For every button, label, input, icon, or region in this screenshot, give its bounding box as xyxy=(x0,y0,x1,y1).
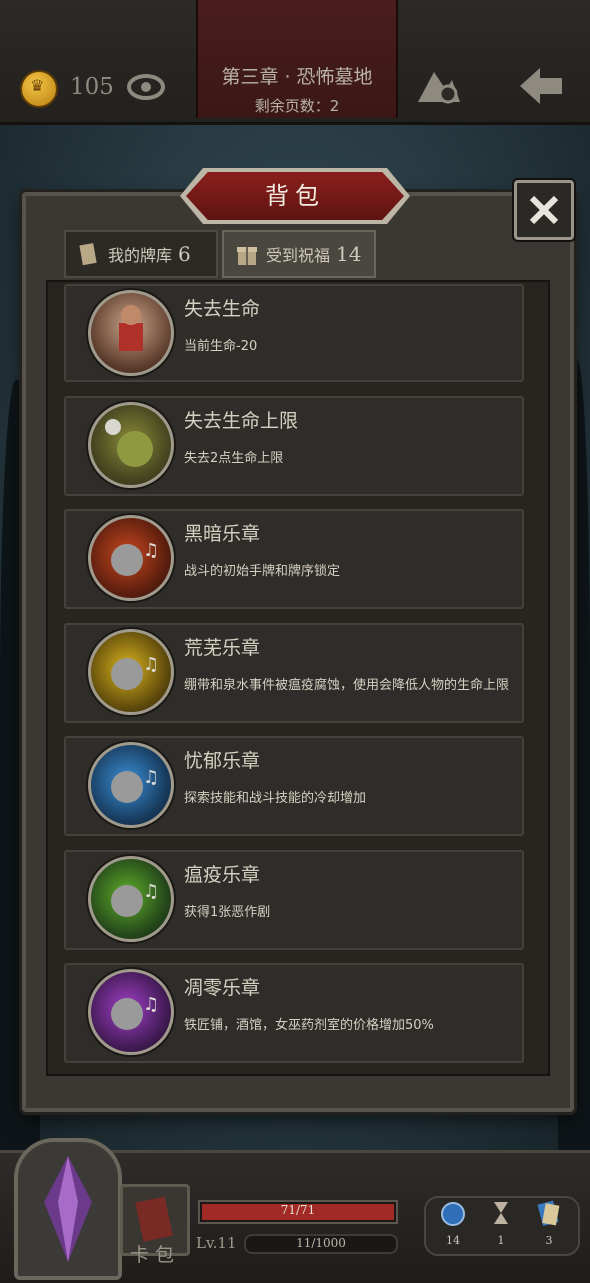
svg-text:♫: ♫ xyxy=(143,881,159,902)
scroll-icon xyxy=(537,1200,560,1226)
hp-text: 71/71 xyxy=(280,1203,316,1217)
tab-count: 14 xyxy=(336,242,362,266)
blessing-list[interactable]: 失去生命 当前生命-20 失去生命上限 失去2点生命上限 ♫ 黑暗乐章 战斗的初… xyxy=(64,284,524,1077)
hero-portrait[interactable] xyxy=(14,1138,122,1280)
panel-title: 背包 xyxy=(265,182,325,210)
item-name: 凋零乐章 xyxy=(184,977,261,999)
tab-blessings[interactable]: 受到祝福 14 xyxy=(222,230,376,278)
card-icon xyxy=(79,243,97,266)
gift-icon xyxy=(237,247,257,265)
svg-text:♫: ♫ xyxy=(143,767,159,788)
list-item[interactable]: ♫ 凋零乐章 铁匠铺，酒馆，女巫药剂室的价格增加50% xyxy=(64,963,524,1063)
ghost-zombie-icon xyxy=(88,401,174,488)
list-item[interactable]: ♫ 黑暗乐章 战斗的初始手牌和牌序锁定 xyxy=(64,509,524,609)
list-item[interactable]: ♫ 忧郁乐章 探索技能和战斗技能的冷却增加 xyxy=(64,736,524,836)
eye-icon[interactable] xyxy=(126,70,166,104)
list-item[interactable]: 失去生命 当前生命-20 xyxy=(64,284,524,382)
svg-text:♫: ♫ xyxy=(143,654,159,675)
item-name: 忧郁乐章 xyxy=(184,750,261,772)
inventory-potion[interactable]: 14 xyxy=(433,1198,473,1247)
withering-music-skull-icon: ♫ xyxy=(88,969,174,1055)
item-desc: 获得1张恶作剧 xyxy=(184,904,271,920)
item-name: 黑暗乐章 xyxy=(184,523,261,545)
inventory-hourglass[interactable]: 1 xyxy=(481,1198,521,1247)
gold-count: 105 xyxy=(70,74,114,100)
inventory-count: 1 xyxy=(497,1234,505,1247)
item-desc: 绷带和泉水事件被瘟疫腐蚀，使用会降低人物的生命上限 xyxy=(184,677,510,693)
chapter-title: 第三章 · 恐怖墓地 xyxy=(221,66,373,88)
hp-bar: 71/71 xyxy=(198,1200,398,1224)
hourglass-icon xyxy=(494,1202,508,1224)
item-desc: 当前生命-20 xyxy=(184,339,258,354)
item-desc: 战斗的初始手牌和牌序锁定 xyxy=(184,564,341,579)
item-name: 瘟疫乐章 xyxy=(184,863,261,886)
list-item[interactable]: ♫ 荒芜乐章 绷带和泉水事件被瘟疫腐蚀，使用会降低人物的生命上限 xyxy=(64,622,524,723)
chapter-banner: 第三章 · 恐怖墓地 剩余页数：2 xyxy=(196,0,398,118)
xp-text: 11/1000 xyxy=(296,1236,346,1250)
top-bar: 105 第三章 · 恐怖墓地 剩余页数：2 xyxy=(0,0,590,125)
svg-text:♫: ♫ xyxy=(143,994,159,1015)
item-desc: 探索技能和战斗技能的冷却增加 xyxy=(184,791,367,806)
xp-bar: 11/1000 xyxy=(244,1234,398,1254)
inventory-scroll[interactable]: 3 xyxy=(529,1198,569,1247)
item-desc: 铁匠铺，酒馆，女巫药剂室的价格增加50% xyxy=(184,1018,434,1033)
tab-label: 受到祝福 xyxy=(266,246,331,265)
item-desc: 失去2点生命上限 xyxy=(184,450,284,466)
card-pack-label: 卡包 xyxy=(130,1244,181,1266)
bleeding-man-icon xyxy=(88,290,174,376)
list-item[interactable]: 失去生命上限 失去2点生命上限 xyxy=(64,395,524,496)
back-arrow-icon[interactable] xyxy=(518,64,566,108)
tab-count: 6 xyxy=(178,242,191,266)
level-label: Lv.11 xyxy=(196,1234,237,1252)
inventory-count: 14 xyxy=(446,1234,460,1247)
item-name: 荒芜乐章 xyxy=(184,636,261,659)
tab-label: 我的牌库 xyxy=(108,246,173,265)
item-name: 失去生命 xyxy=(184,298,261,320)
crystal-icon xyxy=(44,1156,92,1262)
melancholy-music-skull-icon: ♫ xyxy=(88,742,174,828)
plague-music-skull-icon: ♫ xyxy=(88,855,174,942)
list-item[interactable]: ♫ 瘟疫乐章 获得1张恶作剧 xyxy=(64,849,524,950)
barren-music-skull-icon: ♫ xyxy=(88,628,174,715)
close-button[interactable] xyxy=(514,180,574,240)
item-name: 失去生命上限 xyxy=(184,409,299,432)
inventory-count: 3 xyxy=(545,1234,553,1247)
tab-my-deck[interactable]: 我的牌库 6 xyxy=(64,230,218,278)
map-icon[interactable] xyxy=(416,62,462,106)
svg-text:♫: ♫ xyxy=(143,540,159,561)
potion-icon xyxy=(441,1202,465,1226)
title-banner: 背包 xyxy=(186,172,404,220)
gold-coin-icon xyxy=(20,70,58,108)
pages-left: 剩余页数：2 xyxy=(254,97,340,115)
dark-music-skull-icon: ♫ xyxy=(88,515,174,601)
